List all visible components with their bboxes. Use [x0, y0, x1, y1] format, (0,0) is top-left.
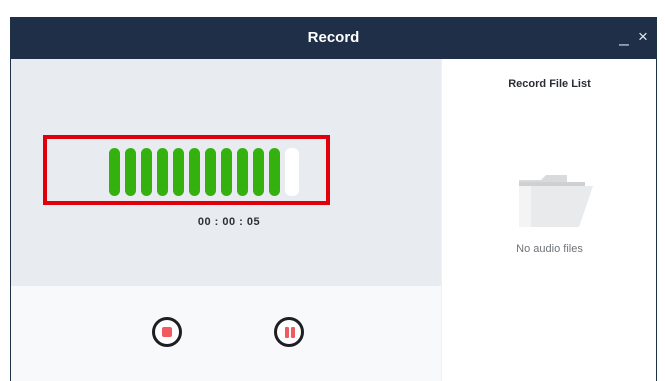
close-icon[interactable]: ×: [634, 26, 652, 48]
controls-bar: [11, 286, 441, 381]
elapsed-timer: 00 : 00 : 05: [197, 216, 261, 228]
pause-icon: [285, 327, 289, 338]
record-window: Record _ × 00 : 00 : 05 Record File List…: [10, 17, 657, 381]
stop-button[interactable]: [152, 317, 182, 347]
minimize-icon[interactable]: _: [615, 26, 633, 48]
level-meter-highlight: [43, 135, 330, 205]
visualizer-area: 00 : 00 : 05: [11, 59, 441, 286]
pause-button[interactable]: [274, 317, 304, 347]
title-bar: Record _ ×: [11, 17, 656, 59]
empty-state-text: No audio files: [516, 243, 583, 255]
recorder-panel: 00 : 00 : 05: [11, 59, 441, 381]
record-file-list-panel: Record File List No audio files: [441, 59, 656, 381]
folder-icon: [519, 175, 593, 227]
pause-icon-bar: [291, 327, 295, 338]
file-list-title: Record File List: [508, 78, 591, 90]
window-title: Record: [307, 29, 360, 46]
stop-icon: [162, 327, 172, 337]
